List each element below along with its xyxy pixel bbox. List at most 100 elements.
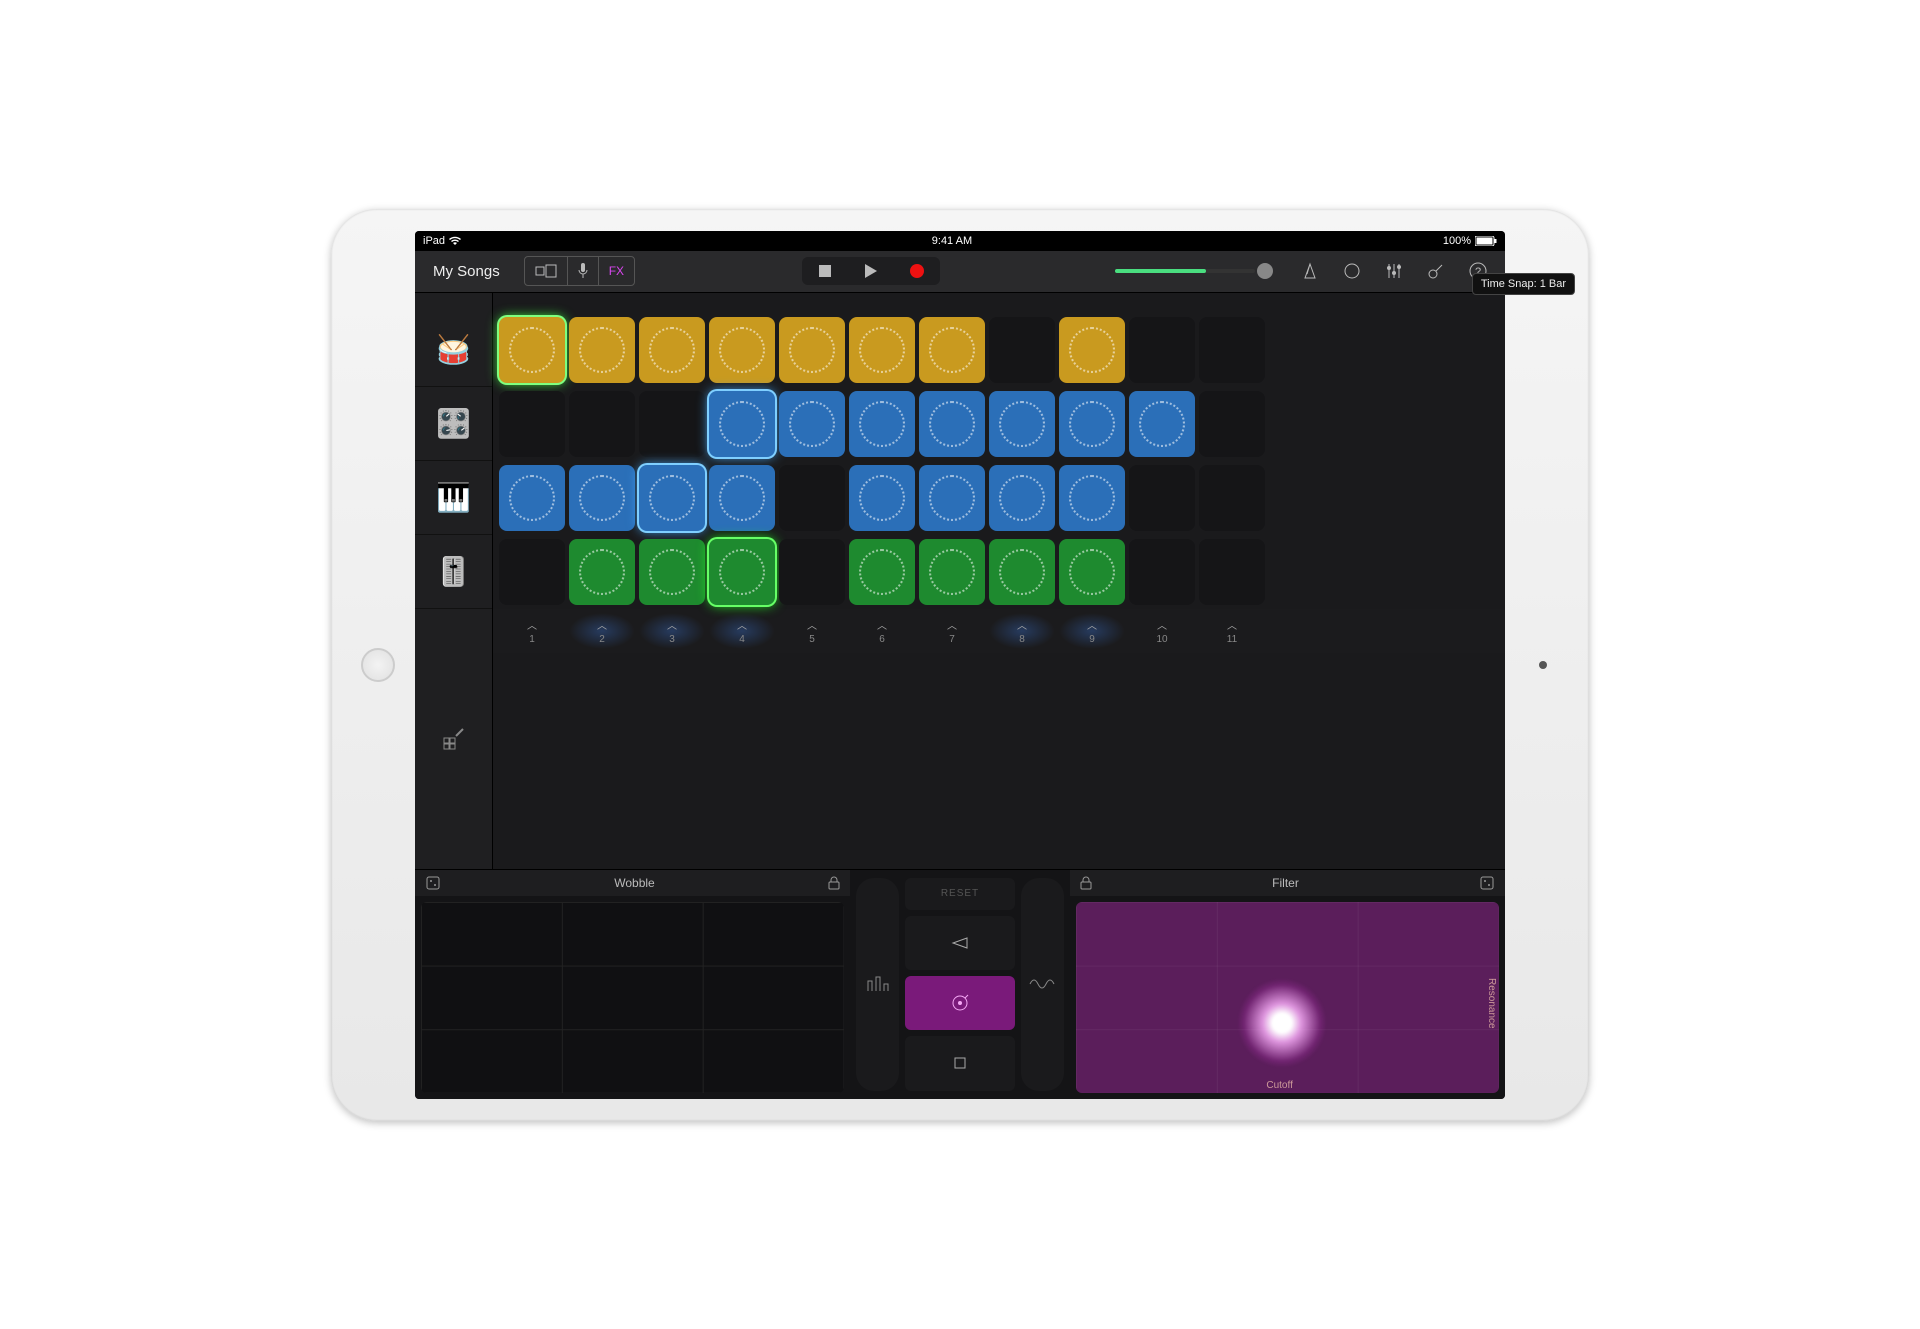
metronome-button[interactable] bbox=[1293, 257, 1327, 285]
filter-xy-pad[interactable]: Cutoff Resonance bbox=[1076, 902, 1499, 1093]
track-synth[interactable]: 🎚️ bbox=[415, 535, 492, 609]
column-trigger[interactable]: ︿2 bbox=[569, 613, 635, 649]
loop-cell[interactable] bbox=[849, 391, 915, 457]
play-button[interactable] bbox=[848, 257, 894, 285]
loop-cell[interactable] bbox=[849, 317, 915, 383]
column-number: 2 bbox=[599, 634, 605, 645]
loop-cell[interactable] bbox=[779, 391, 845, 457]
track-sampler[interactable]: 🎛️ bbox=[415, 387, 492, 461]
empty-cell[interactable] bbox=[499, 539, 565, 605]
loop-cell[interactable] bbox=[989, 465, 1055, 531]
loop-cell[interactable] bbox=[499, 465, 565, 531]
record-icon bbox=[910, 264, 924, 278]
fx-scratch-button[interactable] bbox=[905, 976, 1015, 1030]
mic-button[interactable] bbox=[568, 257, 599, 285]
loop-cell[interactable] bbox=[919, 317, 985, 383]
home-button[interactable] bbox=[361, 648, 395, 682]
loop-cell[interactable] bbox=[569, 317, 635, 383]
loop-cell[interactable] bbox=[989, 391, 1055, 457]
empty-cell[interactable] bbox=[1129, 539, 1195, 605]
column-trigger[interactable]: ︿9 bbox=[1059, 613, 1125, 649]
loop-cell[interactable] bbox=[849, 465, 915, 531]
loop-cell[interactable] bbox=[639, 465, 705, 531]
record-button[interactable] bbox=[894, 257, 940, 285]
loop-cell[interactable] bbox=[569, 465, 635, 531]
fx-right-randomize-icon[interactable] bbox=[1479, 875, 1495, 891]
column-trigger[interactable]: ︿5 bbox=[779, 613, 845, 649]
waveform-icon bbox=[509, 475, 555, 521]
loop-cell[interactable] bbox=[499, 317, 565, 383]
loop-cell[interactable] bbox=[639, 317, 705, 383]
empty-cell[interactable] bbox=[1129, 465, 1195, 531]
loop-cell[interactable] bbox=[709, 465, 775, 531]
column-number: 6 bbox=[879, 634, 885, 645]
empty-cell[interactable] bbox=[639, 391, 705, 457]
volume-slider[interactable] bbox=[1107, 257, 1285, 285]
empty-cell[interactable] bbox=[569, 391, 635, 457]
fx-right-title: Filter bbox=[1272, 876, 1299, 890]
empty-cell[interactable] bbox=[1199, 317, 1265, 383]
column-trigger[interactable]: ︿3 bbox=[639, 613, 705, 649]
fx-reverse-button[interactable] bbox=[905, 916, 1015, 970]
wobble-xy-pad[interactable] bbox=[421, 902, 844, 1093]
cell-row bbox=[493, 313, 1505, 387]
empty-cell[interactable] bbox=[1199, 391, 1265, 457]
chevron-up-icon: ︿ bbox=[1227, 617, 1237, 632]
loop-cell[interactable] bbox=[919, 391, 985, 457]
battery-icon bbox=[1475, 236, 1497, 246]
empty-cell[interactable] bbox=[779, 539, 845, 605]
loop-cell[interactable] bbox=[989, 539, 1055, 605]
loop-cell[interactable] bbox=[779, 317, 845, 383]
track-keys[interactable]: 🎹 bbox=[415, 461, 492, 535]
loop-cell[interactable] bbox=[849, 539, 915, 605]
loop-cell[interactable] bbox=[1059, 391, 1125, 457]
delay-slider[interactable] bbox=[1021, 878, 1064, 1091]
loop-button[interactable] bbox=[1335, 257, 1369, 285]
my-songs-button[interactable]: My Songs bbox=[425, 257, 508, 285]
column-trigger[interactable]: ︿4 bbox=[709, 613, 775, 649]
waveform-icon bbox=[999, 549, 1045, 595]
column-trigger[interactable]: ︿1 bbox=[499, 613, 565, 649]
loop-cell[interactable] bbox=[1059, 317, 1125, 383]
settings-button[interactable] bbox=[1419, 257, 1453, 285]
fx-reset-button[interactable]: RESET bbox=[905, 878, 1015, 911]
gater-slider[interactable] bbox=[856, 878, 899, 1091]
loop-cell[interactable] bbox=[569, 539, 635, 605]
stop-button[interactable] bbox=[802, 257, 848, 285]
loop-cell[interactable] bbox=[709, 391, 775, 457]
column-trigger[interactable]: ︿6 bbox=[849, 613, 915, 649]
empty-cell[interactable] bbox=[1199, 465, 1265, 531]
empty-cell[interactable] bbox=[499, 391, 565, 457]
empty-cell[interactable] bbox=[989, 317, 1055, 383]
loop-cell[interactable] bbox=[919, 539, 985, 605]
column-trigger[interactable]: ︿8 bbox=[989, 613, 1055, 649]
loop-cell[interactable] bbox=[639, 539, 705, 605]
track-drums[interactable]: 🥁 bbox=[415, 313, 492, 387]
mixer-button[interactable] bbox=[1377, 257, 1411, 285]
empty-cell[interactable] bbox=[1199, 539, 1265, 605]
front-camera bbox=[1539, 661, 1547, 669]
empty-cell[interactable] bbox=[1129, 317, 1195, 383]
time-snap-badge[interactable]: Time Snap: 1 Bar bbox=[1472, 273, 1505, 295]
fx-panel: Wobble RESET bbox=[415, 869, 1505, 1099]
status-bar: iPad 9:41 AM 100% bbox=[415, 231, 1505, 251]
column-trigger[interactable]: ︿7 bbox=[919, 613, 985, 649]
device-label: iPad bbox=[423, 235, 445, 247]
browser-toggle-button[interactable] bbox=[525, 257, 568, 285]
grid-edit-button[interactable] bbox=[415, 609, 492, 869]
loop-cell[interactable] bbox=[1059, 465, 1125, 531]
fx-left-lock-icon[interactable] bbox=[828, 876, 840, 890]
loop-cell[interactable] bbox=[1059, 539, 1125, 605]
loop-cell[interactable] bbox=[1129, 391, 1195, 457]
fx-button[interactable]: FX bbox=[599, 257, 634, 285]
loop-cell[interactable] bbox=[709, 317, 775, 383]
waveform-icon bbox=[719, 327, 765, 373]
fx-left-randomize-icon[interactable] bbox=[425, 875, 441, 891]
column-trigger[interactable]: ︿10 bbox=[1129, 613, 1195, 649]
loop-cell[interactable] bbox=[709, 539, 775, 605]
loop-cell[interactable] bbox=[919, 465, 985, 531]
empty-cell[interactable] bbox=[779, 465, 845, 531]
fx-stop-button[interactable] bbox=[905, 1036, 1015, 1090]
column-trigger[interactable]: ︿11 bbox=[1199, 613, 1265, 649]
fx-right-lock-icon[interactable] bbox=[1080, 876, 1092, 890]
